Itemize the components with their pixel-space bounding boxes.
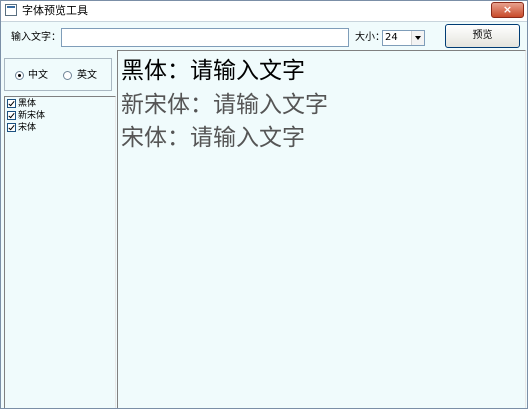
- preview-area[interactable]: 黑体：请输入文字 新宋体：请输入文字 宋体：请输入文字: [117, 50, 526, 408]
- preview-line-simsun: 宋体：请输入文字: [121, 125, 305, 151]
- radio-english-label[interactable]: 英文: [77, 70, 97, 82]
- font-item-label: 黑体: [18, 99, 37, 109]
- font-list-item[interactable]: 新宋体: [7, 110, 107, 122]
- app-window-icon: [5, 4, 17, 16]
- language-group: 中文 英文: [4, 58, 112, 91]
- font-item-label: 宋体: [18, 123, 37, 133]
- size-value: 24: [385, 32, 398, 43]
- preview-line-heiti: 黑体：请输入文字: [121, 58, 305, 84]
- font-list-item[interactable]: 宋体: [7, 122, 107, 134]
- close-icon: ×: [502, 3, 513, 16]
- size-label: 大小：: [355, 32, 385, 43]
- title-bar[interactable]: 字体预览工具 ×: [1, 1, 527, 22]
- font-checkbox-heiti[interactable]: [7, 99, 16, 108]
- preview-button[interactable]: 预览: [445, 24, 520, 48]
- radio-english[interactable]: [63, 71, 72, 80]
- window-title: 字体预览工具: [22, 4, 88, 17]
- font-checkbox-simsun[interactable]: [7, 123, 16, 132]
- font-list[interactable]: 黑体 新宋体 宋体: [4, 96, 116, 408]
- close-button[interactable]: ×: [491, 2, 524, 18]
- font-preview-window: 字体预览工具 × 输入文字： 大小： 24 预览 中文 英文 黑体 新宋体 宋体…: [0, 0, 528, 409]
- preview-line-nsimsun: 新宋体：请输入文字: [121, 92, 328, 118]
- font-item-label: 新宋体: [18, 111, 46, 121]
- radio-chinese[interactable]: [15, 71, 24, 80]
- chevron-down-icon[interactable]: [411, 31, 424, 45]
- font-list-item[interactable]: 黑体: [7, 98, 107, 110]
- size-select[interactable]: 24: [382, 30, 425, 46]
- font-checkbox-nsimsun[interactable]: [7, 111, 16, 120]
- input-text-label: 输入文字：: [11, 32, 61, 43]
- radio-chinese-label[interactable]: 中文: [28, 70, 48, 82]
- text-input[interactable]: [61, 28, 349, 47]
